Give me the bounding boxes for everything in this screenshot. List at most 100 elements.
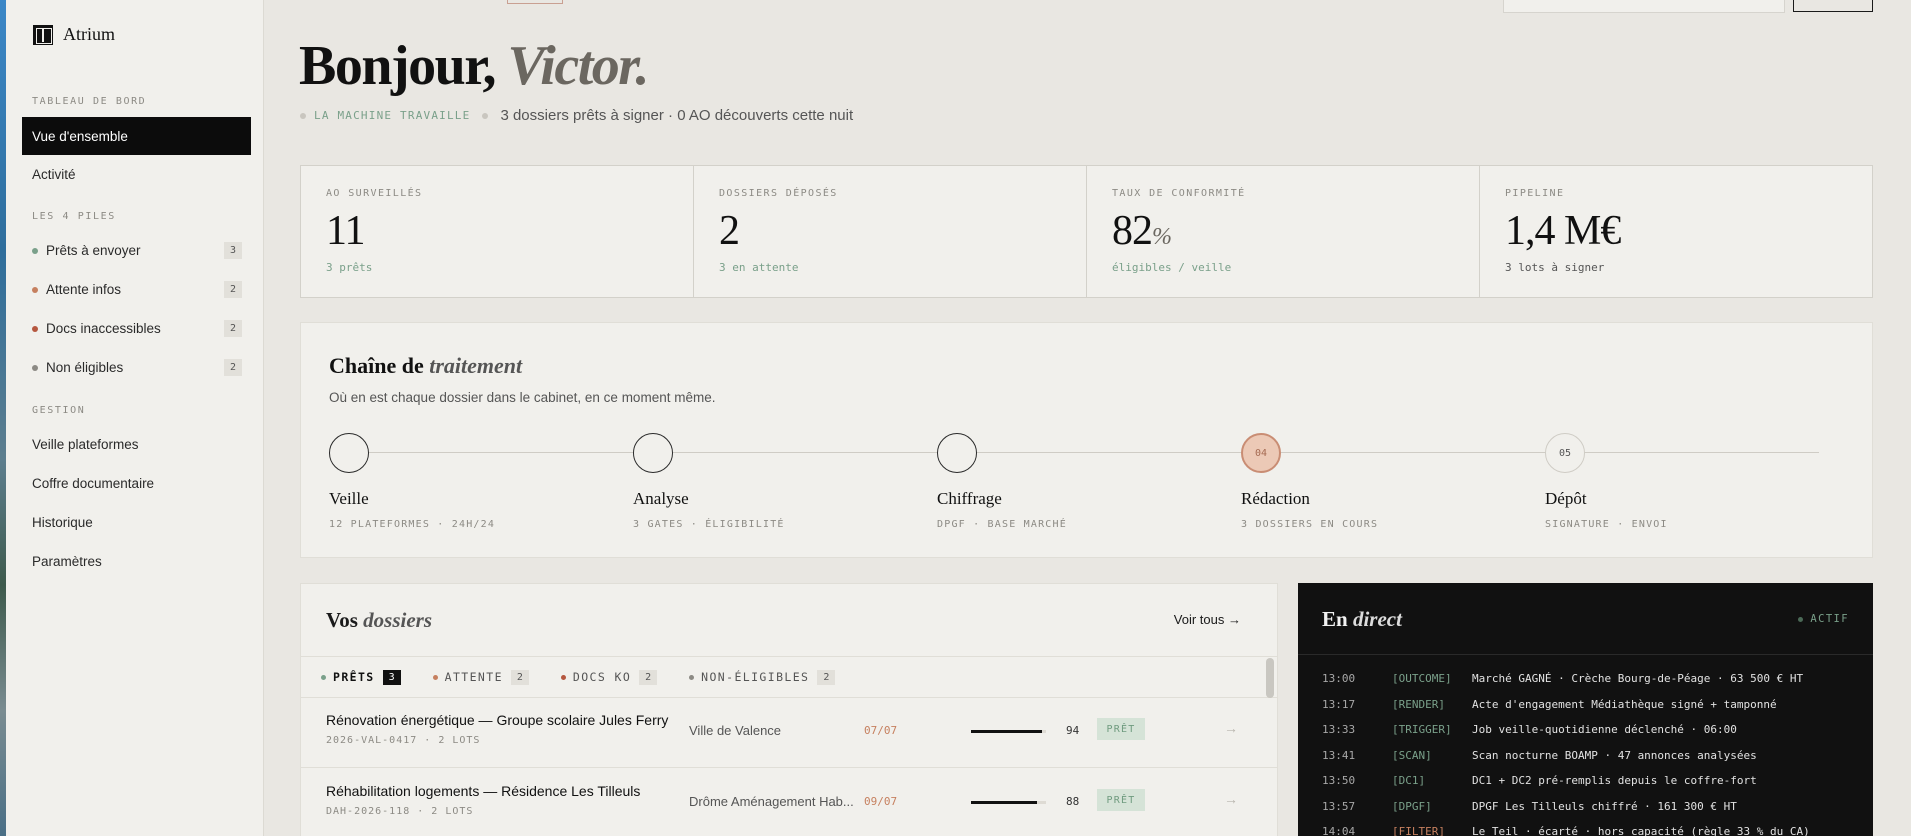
- step-desc: SIGNATURE · ENVOI: [1545, 519, 1668, 530]
- step-circle: [633, 433, 673, 473]
- pile-count-badge: 2: [224, 281, 242, 298]
- log-entry: 13:17 [RENDER] Acte d'engagement Médiathèq…: [1322, 698, 1862, 711]
- tab-dossier-filter[interactable]: PRÊTS 3: [321, 669, 401, 685]
- scrollbar-thumb[interactable]: [1266, 658, 1274, 698]
- kpi-label: AO SURVEILLÉS: [326, 188, 423, 199]
- score-bar: [971, 801, 1046, 804]
- nav-item-overview[interactable]: Vue d'ensemble: [22, 117, 251, 155]
- tab-label: NON-ÉLIGIBLES: [701, 670, 810, 684]
- header-tab-remnant[interactable]: [507, 0, 563, 4]
- arrow-right-icon[interactable]: →: [1224, 720, 1238, 736]
- pile-label: Attente infos: [46, 282, 122, 297]
- step-circle: 04: [1241, 433, 1281, 473]
- status-badge: PRÊT: [1097, 789, 1145, 811]
- log-message: Le Teil · écarté · hors capacité (règle …: [1472, 825, 1810, 836]
- section-label-gestion: GESTION: [32, 405, 86, 416]
- chain-step: Analyse 3 GATES · ÉLIGIBILITÉ: [633, 433, 883, 530]
- nav-item-gestion[interactable]: Paramètres: [22, 542, 251, 580]
- log-tag: [OUTCOME]: [1392, 672, 1452, 685]
- score-bar-fill: [971, 730, 1042, 733]
- brand[interactable]: Atrium: [33, 24, 115, 45]
- greeting-text: Bonjour,: [299, 35, 497, 97]
- tab-dossier-filter[interactable]: NON-ÉLIGIBLES 2: [689, 669, 836, 685]
- status-dot-icon: [300, 112, 306, 119]
- atrium-logo-icon: [33, 24, 53, 45]
- sidebar-pile-item[interactable]: Attente infos 2: [32, 281, 242, 298]
- kpi-subtext: 3 prêts: [326, 261, 373, 274]
- score-bar-fill: [971, 801, 1037, 804]
- step-desc: 3 GATES · ÉLIGIBILITÉ: [633, 519, 785, 530]
- nav-item-gestion[interactable]: Historique: [22, 503, 251, 541]
- status-badge: PRÊT: [1097, 718, 1145, 740]
- dossier-ref: DAH-2026-118 · 2 LOTS: [326, 806, 474, 817]
- live-dot-icon: [1798, 616, 1804, 622]
- tab-dot-icon: [321, 674, 326, 680]
- table-row[interactable]: Réhabilitation logements — Résidence Les…: [301, 769, 1277, 836]
- kpi-number: 2: [719, 208, 740, 254]
- log-entry: 13:33 [TRIGGER] Job veille-quotidienne déc…: [1322, 723, 1862, 736]
- kpi-subtext: 3 en attente: [719, 261, 799, 274]
- log-time: 13:57: [1322, 799, 1356, 813]
- nav-item-gestion[interactable]: Coffre documentaire: [22, 464, 251, 502]
- log-entry: 14:04 [FILTER] Le Teil · écarté · hors cap…: [1322, 825, 1862, 836]
- dossier-deadline: 09/07: [864, 795, 898, 808]
- step-name: Veille: [329, 489, 369, 508]
- sidebar-pile-item[interactable]: Docs inaccessibles 2: [32, 320, 242, 337]
- nav-item-gestion[interactable]: Veille plateformes: [22, 425, 251, 463]
- tab-dossier-filter[interactable]: ATTENTE 2: [432, 669, 529, 685]
- log-message: Marché GAGNÉ · Crèche Bourg-de-Péage · 6…: [1472, 672, 1804, 685]
- separator-dot-icon: [482, 112, 489, 119]
- see-all-link[interactable]: Voir tous →: [1174, 612, 1241, 627]
- pile-dot-icon: [32, 325, 38, 332]
- pile-dot-icon: [32, 286, 38, 293]
- nav-item-activity[interactable]: Activité: [22, 155, 251, 193]
- sidebar-pile-item[interactable]: Non éligibles 2: [32, 359, 242, 376]
- tab-label: DOCS KO: [572, 670, 632, 684]
- kpi-strip: AO SURVEILLÉS 11 3 prêts DOSSIERS DÉPOSÉS 2 3…: [300, 165, 1873, 298]
- step-circle: [329, 433, 369, 473]
- log-tag: [FILTER]: [1392, 825, 1445, 836]
- log-message: Scan nocturne BOAMP · 47 annonces analys…: [1472, 748, 1757, 762]
- kpi-card: PIPELINE 1,4 M€ 3 lots à signer: [1480, 166, 1872, 297]
- arrow-right-icon[interactable]: →: [1224, 791, 1238, 807]
- sidebar-pile-item[interactable]: Prêts à envoyer 3: [32, 242, 242, 259]
- log-time: 14:04: [1322, 825, 1356, 836]
- kpi-label: DOSSIERS DÉPOSÉS: [719, 188, 838, 199]
- log-tag: [SCAN]: [1392, 748, 1432, 762]
- chain-title-a: Chaîne de: [329, 353, 424, 378]
- pile-label: Docs inaccessibles: [46, 321, 161, 336]
- live-feed-card: En direct ACTIF 13:00 [OUTCOME] Marché GAG…: [1298, 583, 1873, 836]
- log-message: DC1 + DC2 pré-remplis depuis le coffre-f…: [1472, 774, 1757, 787]
- header-action-button[interactable]: [1793, 0, 1873, 12]
- dossiers-card: Vos dossiers Voir tous → PRÊTS 3 ATTENTE 2 D…: [300, 583, 1278, 836]
- log-entry: 13:57 [DPGF] DPGF Les Tilleuls chiffré · 1…: [1322, 800, 1862, 813]
- log-tag: [DPGF]: [1392, 799, 1432, 813]
- divider: [1298, 654, 1873, 655]
- tab-dossier-filter[interactable]: DOCS KO 2: [560, 669, 658, 685]
- pile-dot-icon: [32, 364, 38, 371]
- tab-label: PRÊTS: [333, 670, 375, 684]
- kpi-number: 1,4 M€: [1505, 208, 1621, 254]
- machine-status: LA MACHINE TRAVAILLE: [314, 109, 471, 122]
- kpi-value: 2: [719, 207, 1086, 255]
- log-tag: [RENDER]: [1392, 697, 1445, 711]
- tab-label: ATTENTE: [444, 670, 503, 684]
- score-bar: [971, 730, 1046, 733]
- log-entry: 13:41 [SCAN] Scan nocturne BOAMP · 47 anno…: [1322, 749, 1862, 762]
- search-input[interactable]: [1503, 0, 1785, 13]
- step-name: Dépôt: [1545, 489, 1587, 508]
- tab-dot-icon: [689, 674, 695, 680]
- step-name: Rédaction: [1241, 489, 1310, 508]
- chain-title: Chaîne de traitement: [329, 353, 522, 379]
- kpi-subtext: éligibles / veille: [1112, 261, 1232, 274]
- chain-step: 04 Rédaction 3 DOSSIERS EN COURS: [1241, 433, 1491, 530]
- table-row[interactable]: Rénovation énergétique — Groupe scolaire…: [301, 698, 1277, 768]
- step-name: Analyse: [633, 489, 689, 508]
- dossier-buyer: Ville de Valence: [689, 723, 782, 738]
- dossier-title: Rénovation énergétique — Groupe scolaire…: [326, 712, 669, 728]
- processing-chain-card: Chaîne de traitement Où en est chaque do…: [300, 322, 1873, 558]
- log-time: 13:17: [1322, 697, 1356, 711]
- tab-count-badge: 3: [382, 669, 401, 685]
- dossiers-title: Vos dossiers: [326, 608, 432, 633]
- kpi-unit: %: [1152, 224, 1172, 250]
